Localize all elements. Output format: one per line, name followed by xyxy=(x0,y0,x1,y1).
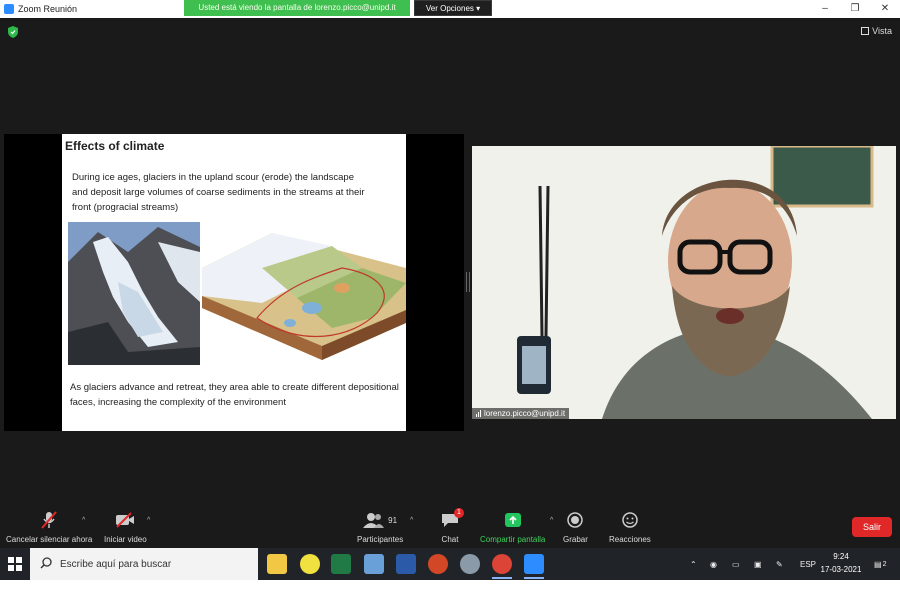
pdf-app-icon[interactable] xyxy=(300,554,320,574)
pen-icon[interactable]: ✎ xyxy=(776,548,783,580)
participants-button[interactable]: 91 Participantes xyxy=(357,511,403,544)
participants-count: 91 xyxy=(388,515,398,525)
grid-icon xyxy=(861,27,870,35)
zoom-taskbar-icon[interactable] xyxy=(524,554,544,579)
participant-video-image xyxy=(472,146,896,419)
file-explorer-icon[interactable] xyxy=(267,554,287,574)
window-title: Zoom Reunión xyxy=(18,4,78,14)
taskbar-search[interactable]: Escribe aquí para buscar xyxy=(30,548,258,580)
chat-button[interactable]: 1 Chat xyxy=(440,508,464,544)
show-hidden-icons-button[interactable]: ⌃ xyxy=(690,548,697,580)
mute-label: Cancelar silenciar ahora xyxy=(6,535,93,544)
record-button[interactable]: Grabar xyxy=(563,511,588,544)
video-options-caret[interactable]: ^ xyxy=(147,517,150,524)
minimize-button[interactable]: – xyxy=(810,0,840,18)
slide-paragraph-1: During ice ages, glaciers in the upland … xyxy=(72,172,365,213)
slide-title: Effects of climate xyxy=(65,139,165,153)
start-video-label: Iniciar video xyxy=(104,535,147,544)
word-icon[interactable] xyxy=(396,554,416,574)
view-options-button[interactable]: Ver Opciones ▾ xyxy=(414,0,492,16)
shared-screen: Effects of climate During ice ages, glac… xyxy=(4,134,464,431)
share-screen-button[interactable]: Compartir pantalla xyxy=(480,511,545,544)
language-indicator[interactable]: ESP xyxy=(800,548,816,580)
mute-button[interactable]: Cancelar silenciar ahora xyxy=(6,511,92,544)
start-button[interactable] xyxy=(0,548,30,580)
chat-label: Chat xyxy=(441,535,459,544)
record-icon xyxy=(565,511,585,529)
taskbar-clock[interactable]: 9:24 17-03-2021 xyxy=(818,550,864,576)
record-label: Grabar xyxy=(563,535,588,544)
screen-share-banner: Usted está viendo la pantalla de lorenzo… xyxy=(184,0,410,16)
resize-handle[interactable] xyxy=(466,272,470,292)
share-options-caret[interactable]: ^ xyxy=(550,517,553,524)
leave-meeting-button[interactable]: Salir xyxy=(852,517,892,537)
maximize-button[interactable]: ❐ xyxy=(840,0,870,18)
muted-microphone-icon xyxy=(39,511,59,529)
zoom-logo-icon xyxy=(4,4,14,14)
start-video-button[interactable]: Iniciar video xyxy=(104,511,147,544)
reactions-button[interactable]: Reacciones xyxy=(609,511,651,544)
view-button[interactable]: Vista xyxy=(861,26,892,36)
clock-date: 17-03-2021 xyxy=(820,565,862,574)
windows-logo-icon xyxy=(8,557,22,571)
chat-badge: 1 xyxy=(454,508,464,518)
glacier-landscape-diagram xyxy=(202,233,406,360)
participant-name: lorenzo.picco@unipd.it xyxy=(484,409,566,418)
video-off-icon xyxy=(115,511,135,529)
participants-label: Participantes xyxy=(357,535,404,544)
view-label: Vista xyxy=(872,26,892,36)
participants-options-caret[interactable]: ^ xyxy=(410,517,413,524)
meeting-toolbar: Cancelar silenciar ahora ^ Iniciar video… xyxy=(0,507,900,548)
reactions-label: Reacciones xyxy=(609,535,651,544)
reactions-icon xyxy=(620,511,640,529)
view-options-label: Ver Opciones xyxy=(425,4,474,13)
notification-count: 2 xyxy=(882,560,887,568)
glacier-photo xyxy=(68,222,200,365)
chrome-icon[interactable] xyxy=(492,554,512,579)
photos-app-icon[interactable] xyxy=(364,554,384,574)
bottom-edge xyxy=(0,580,900,600)
share-screen-label: Compartir pantalla xyxy=(480,535,546,544)
settings-app-icon[interactable] xyxy=(460,554,480,574)
close-button[interactable]: ✕ xyxy=(870,0,900,18)
slide-paragraph-2: As glaciers advance and retreat, they ar… xyxy=(70,382,399,408)
notification-app-icon[interactable]: ▣ xyxy=(754,548,762,580)
participant-name-tag: lorenzo.picco@unipd.it xyxy=(472,408,570,419)
action-center-button[interactable]: ▤ 2 xyxy=(874,548,886,580)
share-screen-icon xyxy=(503,511,523,529)
participant-video[interactable]: lorenzo.picco@unipd.it xyxy=(472,146,896,419)
search-icon xyxy=(40,556,52,572)
battery-icon[interactable]: ▭ xyxy=(732,548,740,580)
powerpoint-icon[interactable] xyxy=(428,554,448,574)
signal-strength-icon xyxy=(476,410,481,417)
clock-time: 9:24 xyxy=(833,552,849,561)
windows-taskbar: Escribe aquí para buscar ⌃ ◉ ▭ ▣ ✎ ESP 9… xyxy=(0,548,900,580)
audio-options-caret[interactable]: ^ xyxy=(82,517,85,524)
search-placeholder: Escribe aquí para buscar xyxy=(60,558,172,570)
network-icon[interactable]: ◉ xyxy=(710,548,717,580)
chat-icon: 1 xyxy=(440,508,464,529)
security-shield-icon[interactable] xyxy=(8,26,18,38)
participants-icon: 91 xyxy=(358,511,402,529)
excel-icon[interactable] xyxy=(331,554,351,574)
notification-icon: ▤ xyxy=(874,559,882,569)
window-controls: – ❐ ✕ xyxy=(810,0,900,18)
presentation-slide: Effects of climate During ice ages, glac… xyxy=(62,134,406,431)
